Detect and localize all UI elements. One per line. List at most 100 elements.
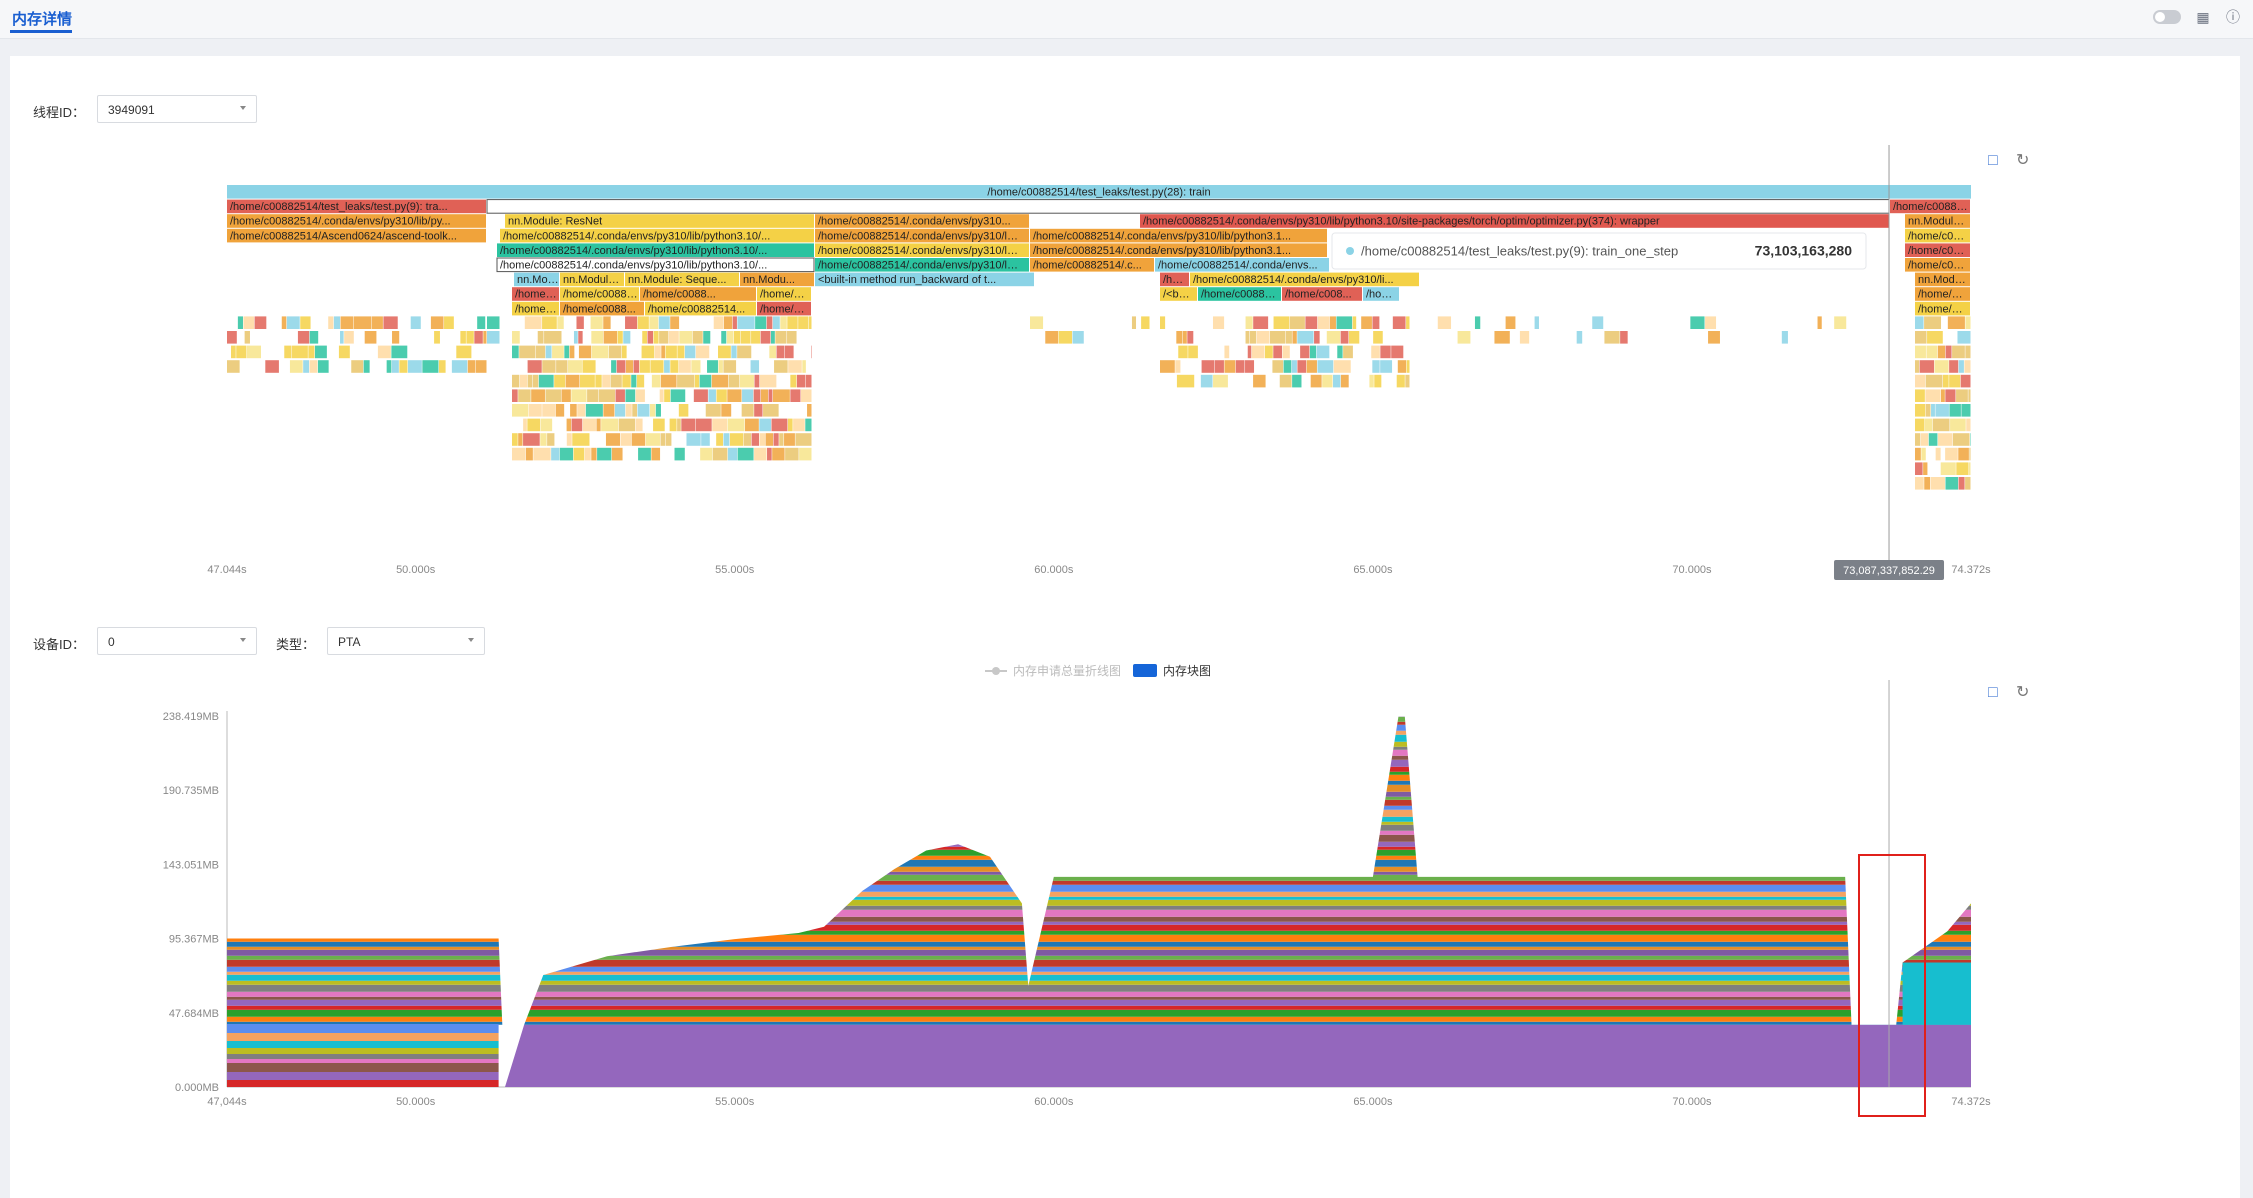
flame-frame bbox=[664, 389, 671, 402]
flame-frame bbox=[1314, 331, 1320, 344]
y-tick-label: 95.367MB bbox=[169, 934, 219, 946]
flame-frame bbox=[1316, 345, 1330, 359]
flame-frame bbox=[467, 360, 476, 373]
flame-frame bbox=[597, 447, 612, 461]
memory-block bbox=[227, 941, 1971, 947]
flame-frame bbox=[787, 316, 798, 329]
flame-frame bbox=[1940, 389, 1945, 402]
theme-toggle[interactable] bbox=[2153, 10, 2181, 24]
flame-frame bbox=[391, 345, 408, 359]
flame-frame bbox=[677, 374, 695, 388]
flame-frame-label: nn.Module: Seque... bbox=[628, 274, 726, 286]
flame-frame bbox=[674, 447, 685, 461]
flame-frame bbox=[527, 360, 542, 373]
memory-block bbox=[227, 730, 1971, 735]
flame-frame bbox=[1945, 447, 1958, 461]
tab-memory-detail[interactable]: 内存详情 bbox=[12, 8, 72, 29]
flame-frame bbox=[800, 389, 812, 402]
flame-frame-label: nn.Mod… bbox=[1918, 274, 1966, 286]
flame-frame bbox=[772, 447, 785, 461]
memory-block bbox=[227, 896, 1971, 900]
y-tick-label: 0.000MB bbox=[175, 1082, 219, 1094]
help-icon[interactable]: ⓘ bbox=[2225, 9, 2241, 25]
type-select[interactable]: PTA bbox=[327, 627, 485, 655]
flame-frame-label: /home/c0… bbox=[1908, 245, 1964, 257]
flame-frame bbox=[633, 360, 640, 373]
flame-frame bbox=[1305, 316, 1318, 329]
flame-frame bbox=[1371, 345, 1380, 359]
memory-block bbox=[227, 741, 1971, 747]
legend-line-icon[interactable] bbox=[985, 666, 1007, 675]
flame-frame bbox=[1940, 462, 1956, 475]
flame-frame bbox=[1935, 447, 1941, 461]
flame-frame-label: /home/c0088... bbox=[563, 303, 636, 315]
flame-frame bbox=[751, 433, 760, 446]
legend-block-label[interactable]: 内存块图 bbox=[1163, 662, 1211, 679]
language-icon[interactable]: ▦ bbox=[2195, 9, 2211, 25]
flame-x-tick: 50.000s bbox=[396, 564, 436, 576]
flame-frame bbox=[723, 316, 733, 329]
flame-frame bbox=[601, 418, 619, 432]
flame-frame bbox=[707, 360, 718, 373]
legend-line-label[interactable]: 内存申请总量折线图 bbox=[1013, 662, 1121, 679]
x-tick-label: 55.000s bbox=[715, 1096, 755, 1108]
flame-frame bbox=[1928, 433, 1938, 446]
flame-frame bbox=[759, 374, 777, 388]
memory-block-chart[interactable]: 0.000MB 47.684MB 95.367MB 143.051MB 190.735M… bbox=[0, 680, 2253, 1120]
flame-frame bbox=[377, 345, 391, 359]
flame-frame bbox=[1925, 374, 1943, 388]
flame-frame bbox=[475, 360, 487, 373]
flame-frame bbox=[1956, 389, 1968, 402]
thread-id-select[interactable]: 3949091 bbox=[97, 95, 257, 123]
memory-block bbox=[227, 1041, 499, 1048]
flame-frame bbox=[300, 316, 311, 329]
flame-frame-label: /h… bbox=[1163, 274, 1183, 286]
flame-frame bbox=[561, 389, 571, 402]
memory-block bbox=[227, 755, 1971, 760]
flame-frame bbox=[669, 418, 677, 432]
flame-frame bbox=[1961, 404, 1971, 417]
flame-frame bbox=[333, 316, 341, 329]
flame-frame bbox=[1915, 433, 1921, 446]
flame-frame-label: /home/c00882514/.conda/envs/py310/lib/py… bbox=[500, 245, 767, 257]
flame-frame bbox=[547, 433, 555, 446]
flame-frame bbox=[807, 404, 812, 417]
flame-frame bbox=[542, 316, 557, 329]
flame-frame bbox=[1924, 477, 1931, 490]
flame-frame bbox=[243, 316, 255, 329]
top-icons: ▦ ⓘ bbox=[2153, 9, 2241, 25]
flame-frame bbox=[1373, 331, 1383, 344]
flame-frame bbox=[1915, 331, 1927, 344]
memory-block bbox=[227, 955, 1971, 960]
flame-frame bbox=[1960, 374, 1971, 388]
flame-frame bbox=[1045, 331, 1059, 344]
legend-block-icon[interactable] bbox=[1133, 664, 1158, 677]
flame-chart[interactable]: /home/c00882514/test_leaks/test.py(28): … bbox=[0, 140, 2253, 580]
flame-frame bbox=[1937, 345, 1946, 359]
thread-id-value: 3949091 bbox=[108, 103, 155, 117]
flame-frame bbox=[564, 345, 570, 359]
flame-frame bbox=[1247, 345, 1252, 359]
flame-x-tick: 74.372s bbox=[1951, 564, 1991, 576]
flame-frame bbox=[798, 316, 809, 329]
flame-frame bbox=[659, 389, 664, 402]
device-id-select[interactable]: 0 bbox=[97, 627, 257, 655]
flame-frame bbox=[780, 316, 787, 329]
flame-frame bbox=[635, 389, 645, 402]
flame-frame bbox=[422, 360, 439, 373]
flame-frame bbox=[1956, 462, 1969, 475]
flame-frame bbox=[244, 331, 250, 344]
flame-frame bbox=[1915, 345, 1926, 359]
flame-frame bbox=[660, 433, 666, 446]
flame-frame bbox=[551, 447, 560, 461]
memory-block bbox=[227, 805, 1971, 810]
flame-frame bbox=[686, 433, 701, 446]
flame-frame bbox=[679, 331, 693, 344]
flame-frame bbox=[790, 374, 797, 388]
flame-frame bbox=[1915, 316, 1924, 329]
flame-frame bbox=[556, 360, 568, 373]
flame-frame bbox=[1291, 360, 1297, 373]
flame-frame bbox=[1317, 316, 1330, 329]
flame-frame bbox=[340, 331, 344, 344]
flame-frame bbox=[760, 331, 771, 344]
